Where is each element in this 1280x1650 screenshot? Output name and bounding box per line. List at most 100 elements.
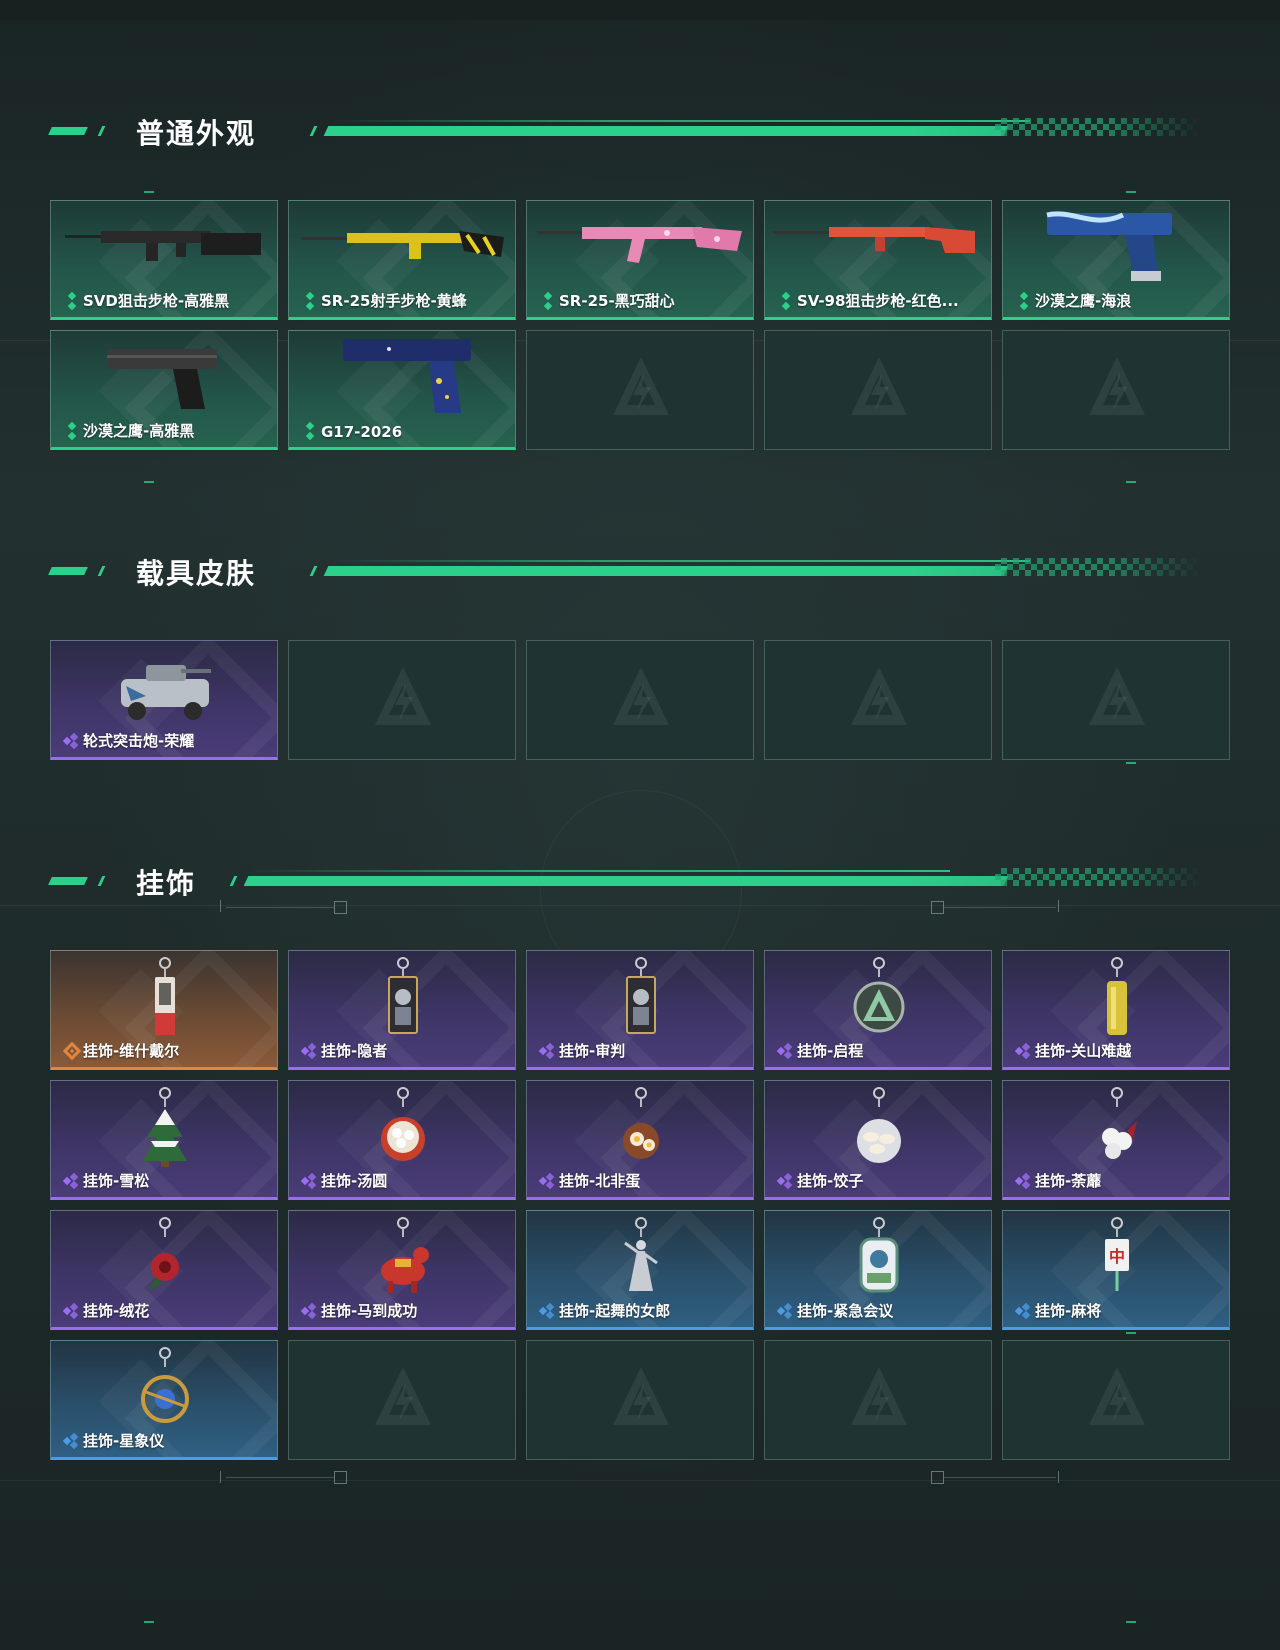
charm-astrolabe-icon xyxy=(141,1347,189,1423)
charm-flower-white-icon xyxy=(1102,1087,1137,1159)
empty-slot-logo-icon xyxy=(851,667,907,725)
header-accent-bar xyxy=(229,876,238,886)
item-card[interactable]: 沙漠之鹰-海浪 xyxy=(1002,200,1230,320)
item-name: SV-98狙击步枪-红色... xyxy=(797,292,959,310)
item-card[interactable]: 挂饰-启程 xyxy=(764,950,992,1070)
item-name: 挂饰-关山难越 xyxy=(1035,1042,1132,1060)
header-accent-bar xyxy=(97,566,106,576)
item-name: 挂饰-雪松 xyxy=(83,1172,150,1190)
item-card[interactable]: 挂饰-汤圆 xyxy=(288,1080,516,1200)
rarity-green-icon xyxy=(543,291,553,311)
item-name: 挂饰-麻将 xyxy=(1035,1302,1102,1320)
rarity-purple-icon xyxy=(539,1172,555,1190)
corner-tick xyxy=(1126,1332,1136,1334)
charm-card-icon xyxy=(626,957,656,1034)
rarity-purple-icon xyxy=(301,1042,317,1060)
charm-flower-red-icon xyxy=(149,1217,179,1291)
bracket-line xyxy=(226,1477,334,1478)
empty-slot xyxy=(764,330,992,450)
rarity-orange-icon xyxy=(63,1041,81,1061)
section-header-vehicle-skins: 载具皮肤 xyxy=(48,550,1200,590)
rarity-blue-icon xyxy=(539,1302,555,1320)
item-card[interactable]: 沙漠之鹰-高雅黑 xyxy=(50,330,278,450)
corner-tick xyxy=(1126,191,1136,193)
empty-slot xyxy=(764,640,992,760)
empty-slot xyxy=(526,640,754,760)
empty-slot xyxy=(1002,1340,1230,1460)
header-checker-pattern xyxy=(995,118,1200,136)
item-card[interactable]: 挂饰-马到成功 xyxy=(288,1210,516,1330)
item-card[interactable]: 挂饰-雪松 xyxy=(50,1080,278,1200)
header-thin-line xyxy=(250,870,950,872)
item-name: 挂饰-审判 xyxy=(559,1042,626,1060)
rarity-purple-icon xyxy=(63,1172,79,1190)
item-name: 挂饰-起舞的女郎 xyxy=(559,1302,671,1320)
item-card[interactable]: 挂饰-维什戴尔 xyxy=(50,950,278,1070)
item-card[interactable]: 轮式突击炮-荣耀 xyxy=(50,640,278,760)
rarity-blue-icon xyxy=(63,1432,79,1450)
item-name: 挂饰-荼蘼 xyxy=(1035,1172,1102,1190)
header-accent-bar xyxy=(48,877,88,885)
item-card[interactable]: SV-98狙击步枪-红色... xyxy=(764,200,992,320)
item-card[interactable]: 挂饰-星象仪 xyxy=(50,1340,278,1460)
item-card[interactable]: G17-2026 xyxy=(288,330,516,450)
item-card[interactable]: 挂饰-关山难越 xyxy=(1002,950,1230,1070)
item-card[interactable]: 挂饰-隐者 xyxy=(288,950,516,1070)
rarity-purple-icon xyxy=(1015,1042,1031,1060)
rarity-purple-icon xyxy=(301,1172,317,1190)
section-title: 普通外观 xyxy=(136,117,257,150)
item-name: 挂饰-北非蛋 xyxy=(559,1172,641,1190)
bracket-line xyxy=(944,907,1056,908)
empty-slot-logo-icon xyxy=(613,667,669,725)
empty-slot-logo-icon xyxy=(1089,1367,1145,1425)
section-title: 载具皮肤 xyxy=(136,557,257,590)
item-card[interactable]: SR-25-黑巧甜心 xyxy=(526,200,754,320)
empty-slot xyxy=(526,330,754,450)
item-card[interactable]: 挂饰-荼蘼 xyxy=(1002,1080,1230,1200)
item-card[interactable]: 挂饰-绒花 xyxy=(50,1210,278,1330)
pistol-blue-icon xyxy=(343,339,471,413)
item-card[interactable]: 中挂饰-麻将 xyxy=(1002,1210,1230,1330)
section-header-charms: 挂饰 xyxy=(48,860,1200,900)
item-card[interactable]: 挂饰-饺子 xyxy=(764,1080,992,1200)
rarity-green-icon xyxy=(67,421,77,441)
marksman-rifle-pink-icon xyxy=(537,227,742,263)
empty-slot-logo-icon xyxy=(1089,667,1145,725)
item-name: 沙漠之鹰-高雅黑 xyxy=(83,422,195,440)
empty-slot-logo-icon xyxy=(375,1367,431,1425)
pistol-wave-icon xyxy=(1046,211,1172,281)
item-name: 挂饰-紧急会议 xyxy=(797,1302,894,1320)
item-card[interactable]: 挂饰-起舞的女郎 xyxy=(526,1210,754,1330)
charm-pan-icon xyxy=(623,1087,659,1159)
item-name: SVD狙击步枪-高雅黑 xyxy=(83,292,230,310)
charm-card-icon xyxy=(388,957,418,1034)
item-name: 挂饰-绒花 xyxy=(83,1302,150,1320)
sniper-rifle-black-icon xyxy=(65,231,261,261)
rarity-purple-icon xyxy=(1015,1172,1031,1190)
item-card[interactable]: 挂饰-审判 xyxy=(526,950,754,1070)
empty-slot xyxy=(1002,330,1230,450)
item-name: 挂饰-汤圆 xyxy=(321,1172,388,1190)
empty-slot xyxy=(288,640,516,760)
item-name: 挂饰-维什戴尔 xyxy=(83,1042,180,1060)
item-name: 挂饰-饺子 xyxy=(797,1172,864,1190)
bracket-square xyxy=(931,901,944,914)
header-long-bar xyxy=(323,126,1009,136)
section-header-weapon-skins: 普通外观 xyxy=(48,110,1200,150)
item-card[interactable]: SR-25射手步枪-黄蜂 xyxy=(288,200,516,320)
charm-mahjong-icon: 中 xyxy=(1105,1217,1129,1291)
empty-slot-logo-icon xyxy=(1089,357,1145,415)
corner-tick xyxy=(1126,481,1136,483)
corner-tick xyxy=(144,481,154,483)
bracket-mark xyxy=(1058,900,1059,912)
header-thin-line xyxy=(330,120,1030,122)
item-card[interactable]: 挂饰-紧急会议 xyxy=(764,1210,992,1330)
charm-tree-icon xyxy=(143,1087,187,1167)
charm-bowl-icon xyxy=(381,1087,425,1161)
corner-tick xyxy=(144,191,154,193)
bracket-square xyxy=(931,1471,944,1484)
header-accent-bar xyxy=(48,127,88,135)
item-card[interactable]: SVD狙击步枪-高雅黑 xyxy=(50,200,278,320)
item-card[interactable]: 挂饰-北非蛋 xyxy=(526,1080,754,1200)
charm-emblem-icon xyxy=(853,957,905,1033)
